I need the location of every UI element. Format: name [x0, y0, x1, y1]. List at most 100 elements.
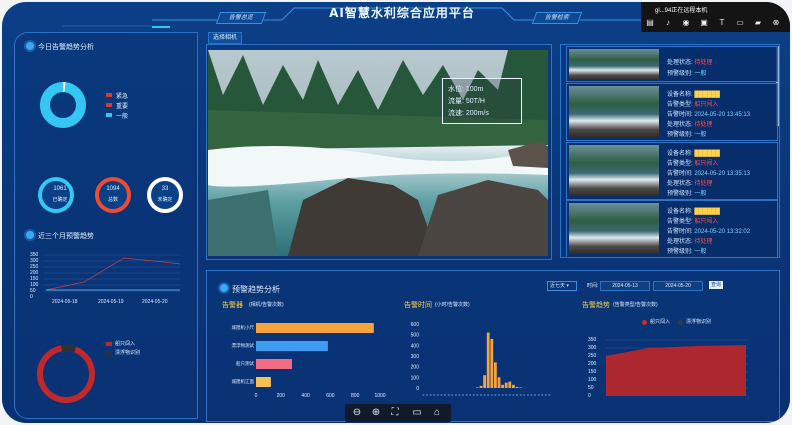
query-button[interactable]: 查询 [709, 281, 723, 289]
trend-chart-title: 告警趋势 [582, 302, 610, 309]
legend-floating-object: 漂浮物识别 [115, 350, 141, 356]
trend-y-axis: 350 300 250 200 150 100 50 0 [588, 337, 597, 399]
device-bar [256, 323, 374, 333]
water-flow: 流量: 50T/H [448, 98, 485, 105]
time-x-tick: 0 [516, 393, 518, 397]
total-label: 总数 [107, 197, 118, 203]
device-chart-subtitle: (相机/告警次数) [249, 302, 284, 308]
legend-ship-intrusion: 船只闯入 [115, 341, 136, 347]
tab-alarm-overview[interactable]: 告警总览 [215, 12, 267, 24]
text-icon[interactable]: T [717, 18, 727, 28]
chat-icon[interactable]: ▤ [645, 18, 655, 28]
x-tick: 2024-05-20 [142, 299, 168, 305]
fullscreen-icon[interactable]: ⛶ [389, 407, 401, 419]
time-bar [483, 375, 486, 388]
time-x-tick: 0 [459, 393, 461, 397]
time-bar [519, 387, 522, 388]
screen-icon[interactable]: ▣ [699, 18, 709, 28]
device-x-tick: 0 [255, 393, 258, 399]
unconfirmed-count: 33 [161, 186, 169, 192]
time-x-tick: 0 [477, 393, 479, 397]
close-icon[interactable]: ⊗ [771, 18, 781, 28]
device-category-label: 漂浮物测试 [232, 342, 255, 349]
camera-card[interactable]: 设备名称: ██████ 告警类型: 船只闯入 告警时间: 2024-05-20… [566, 83, 778, 141]
time-x-tick: 0 [462, 393, 464, 397]
time-x-tick: 0 [513, 393, 515, 397]
date-to-input[interactable]: 2024-05-20 [653, 281, 703, 291]
device-bar [256, 359, 292, 369]
time-y-tick: 100 [411, 375, 420, 381]
time-x-tick: 0 [538, 393, 540, 397]
alarm-type-ring [37, 345, 95, 403]
time-x-tick: 0 [444, 393, 446, 397]
time-bar [504, 382, 508, 388]
camera-icon[interactable]: ◉ [681, 18, 691, 28]
x-tick: 2024-05-18 [52, 299, 78, 305]
device-chart-title: 告警器 [222, 302, 243, 309]
time-x-tick: 0 [487, 393, 489, 397]
time-x-tick: 0 [541, 393, 543, 397]
share-icon[interactable]: ⌂ [431, 407, 443, 419]
folder-icon[interactable]: ▰ [753, 18, 763, 28]
time-bar [494, 362, 497, 388]
tab-select-camera[interactable]: 选择相机 [208, 32, 243, 44]
camera-thumbnail [569, 49, 659, 80]
time-bar [486, 332, 490, 388]
water-speed: 流速: 200m/s [448, 110, 489, 117]
range-select[interactable]: 近七天 ▾ [547, 281, 577, 291]
viewer-toolbar: ⊖ ⊕ ⛶ ▭ ⌂ [345, 404, 451, 422]
trend-legend-ship: 船只闯入 [650, 319, 671, 325]
camera-thumbnail [569, 145, 659, 196]
remote-status-text: gl...94正在远程本机 [655, 8, 708, 14]
date-from-input[interactable]: 2024-05-13 [600, 281, 650, 291]
device-bar-chart: 城隍机小尺漂浮物测试船只测试城隍机江面 0 200 400 600 800 1000 [232, 323, 386, 399]
time-x-tick: 0 [430, 393, 432, 397]
device-x-tick: 200 [277, 393, 286, 399]
time-x-tick: 0 [426, 393, 428, 397]
section-dot-icon [26, 231, 34, 239]
comment-icon[interactable]: ▭ [411, 407, 423, 419]
time-bar [501, 384, 504, 388]
today-donut [40, 82, 86, 128]
time-y-tick: 300 [411, 354, 420, 360]
camera-info-line: 处理状态: 待处理 [667, 60, 713, 66]
time-x-tick: 0 [509, 393, 511, 397]
time-x-tick: 0 [523, 393, 525, 397]
time-bar [490, 338, 494, 388]
trend-legend-float: 漂浮物识别 [686, 319, 712, 325]
camera-card[interactable]: 设备名称: ██████ 告警类型: 船只闯入 告警时间: 2024-05-20… [566, 200, 778, 258]
time-bar [479, 385, 483, 388]
three-month-y-axis: 350 300 250 200 150 100 50 0 [30, 252, 39, 300]
device-category-label: 城隍机江面 [232, 378, 255, 385]
time-y-tick: 400 [411, 343, 420, 349]
three-month-title: 近三个月预警趋势 [38, 233, 94, 240]
legend-urgent: 紧急 [116, 94, 129, 100]
legend-dot [642, 320, 647, 325]
time-x-tick: 0 [534, 393, 536, 397]
device-x-tick: 1000 [374, 393, 385, 399]
total-count: 1094 [106, 186, 120, 192]
camera-card[interactable]: 设备名称: ██████ 告警类型: 船只闯入 告警时间: 2024-05-20… [566, 142, 778, 200]
time-label: 时间: [587, 283, 599, 289]
camera-info-line: 预警级别: 一般 [667, 71, 707, 77]
time-x-tick: 0 [484, 393, 486, 397]
trend-analysis-title: 预警趋势分析 [232, 285, 280, 294]
time-x-tick: 0 [491, 393, 493, 397]
zoom-out-icon[interactable]: ⊖ [351, 407, 363, 419]
microphone-icon[interactable]: ♪ [663, 18, 673, 28]
trend-area-chart [606, 339, 748, 396]
x-tick: 2024-05-19 [98, 299, 124, 305]
zoom-in-icon[interactable]: ⊕ [370, 407, 382, 419]
time-x-tick: 0 [469, 393, 471, 397]
tab-alarm-search[interactable]: 告警检索 [531, 12, 583, 24]
camera-card[interactable]: 处理状态: 待处理 预警级别: 一般 [566, 46, 778, 82]
camera-thumbnail [569, 86, 659, 137]
time-x-tick: 0 [531, 393, 533, 397]
image-icon[interactable]: ▭ [735, 18, 745, 28]
trend-chart-subtitle: (告警类型/告警次数) [613, 302, 658, 308]
time-x-tick: 0 [502, 393, 504, 397]
legend-important: 重要 [116, 104, 129, 110]
time-chart-title: 告警时间 [404, 302, 432, 309]
time-x-tick: 0 [441, 393, 443, 397]
water-level: 水位: 100m [448, 86, 484, 93]
